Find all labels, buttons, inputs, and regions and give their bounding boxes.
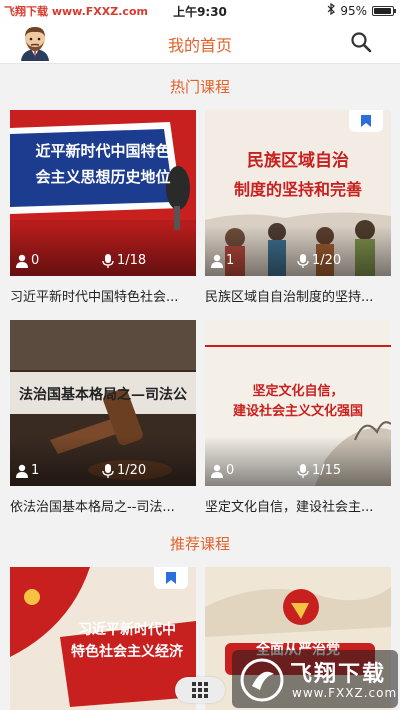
hot-courses-heading: 热门课程 xyxy=(169,78,230,96)
banner-line: 特色社会主义经济 xyxy=(71,644,183,660)
banner-line: 会主义思想历史地位 xyxy=(35,168,171,186)
course-title: 民族区域自自治制度的坚持... xyxy=(205,290,374,305)
banner-line: 民族区域自治 xyxy=(247,151,349,171)
banner-line: 制度的坚持和完善 xyxy=(233,180,362,199)
likes-count: 0 xyxy=(226,463,235,478)
course-card[interactable]: 近平新时代中国特色 会主义思想历史地位 0 1/18 习近平新时代中国特色社会.… xyxy=(10,110,196,305)
lessons-stat: 1/15 xyxy=(297,463,341,478)
nav-bar: 我的首页 xyxy=(0,20,400,64)
grid-icon xyxy=(192,682,208,698)
bookmark-icon[interactable] xyxy=(154,567,188,589)
person-icon xyxy=(211,254,223,268)
course-card[interactable]: 民族区域自治 制度的坚持和完善 1 1/20 民族区域自自治制度的坚持... xyxy=(205,110,391,305)
watermark-url: www.FXXZ.com xyxy=(292,686,398,700)
likes-count: 1 xyxy=(31,463,40,478)
person-icon xyxy=(16,254,28,268)
lessons-count: 1/20 xyxy=(312,253,342,268)
banner-line: 法治国基本格局之—司法公 xyxy=(19,387,187,403)
course-card[interactable]: 坚定文化自信， 建设社会主义文化强国 0 1/15 坚定文化自信，建设社会主..… xyxy=(205,320,391,515)
likes-count: 0 xyxy=(31,253,40,268)
lessons-count: 1/20 xyxy=(117,463,147,478)
course-thumbnail: 法治国基本格局之—司法公 1 1/20 xyxy=(10,320,196,486)
likes-stat: 1 xyxy=(211,253,234,268)
watermark-logo-icon xyxy=(240,658,284,702)
status-bar: 飞翔下载 www.FXXZ.com 上午9:30 95% xyxy=(0,0,400,20)
battery-percent: 95% xyxy=(340,3,367,18)
course-card[interactable]: 法治国基本格局之—司法公 1 1/20 依法治国基本格局之--司法... xyxy=(10,320,196,515)
status-right: 95% xyxy=(327,2,396,18)
likes-stat: 1 xyxy=(16,463,39,478)
likes-stat: 0 xyxy=(211,463,234,478)
microphone-icon xyxy=(102,463,114,478)
battery-icon xyxy=(372,5,396,16)
likes-stat: 0 xyxy=(16,253,39,268)
menu-grid-button[interactable] xyxy=(175,677,225,703)
battery-fill xyxy=(374,7,392,14)
search-icon[interactable] xyxy=(350,31,372,53)
lessons-stat: 1/20 xyxy=(297,253,341,268)
course-title: 习近平新时代中国特色社会... xyxy=(10,290,179,305)
thumbnail-overlay xyxy=(205,226,391,276)
likes-count: 1 xyxy=(226,253,235,268)
watermark-title: 飞翔下载 xyxy=(290,662,387,687)
banner-line: 建设社会主义文化强国 xyxy=(232,404,363,419)
person-icon xyxy=(211,464,223,478)
thumbnail-overlay xyxy=(10,226,196,276)
banner-line: 近平新时代中国特色 xyxy=(35,142,171,160)
page-title: 我的首页 xyxy=(167,36,232,55)
course-title: 坚定文化自信，建设社会主... xyxy=(205,500,374,515)
person-icon xyxy=(16,464,28,478)
banner-line: 坚定文化自信， xyxy=(252,384,344,399)
lessons-count: 1/18 xyxy=(117,253,147,268)
microphone-icon xyxy=(297,253,309,268)
banner-line: 习近平新时代中 xyxy=(78,622,176,638)
watermark: 飞翔下载 www.FXXZ.com xyxy=(232,650,398,708)
course-thumbnail: 习近平新时代中 特色社会主义经济 xyxy=(10,567,196,710)
lessons-count: 1/15 xyxy=(312,463,342,478)
thumbnail-overlay xyxy=(205,436,391,486)
recommended-courses-heading: 推荐课程 xyxy=(169,535,230,553)
thumbnail-overlay xyxy=(10,436,196,486)
microphone-icon xyxy=(102,253,114,268)
lessons-stat: 1/20 xyxy=(102,463,146,478)
lessons-stat: 1/18 xyxy=(102,253,146,268)
course-thumbnail: 坚定文化自信， 建设社会主义文化强国 0 1/15 xyxy=(205,320,391,486)
bluetooth-icon xyxy=(327,2,336,18)
course-thumbnail: 民族区域自治 制度的坚持和完善 1 1/20 xyxy=(205,110,391,276)
course-thumbnail: 近平新时代中国特色 会主义思想历史地位 0 1/18 xyxy=(10,110,196,276)
bookmark-icon[interactable] xyxy=(349,110,383,132)
course-card[interactable]: 习近平新时代中 特色社会主义经济 xyxy=(10,567,196,710)
course-title: 依法治国基本格局之--司法... xyxy=(10,500,175,515)
microphone-icon xyxy=(297,463,309,478)
